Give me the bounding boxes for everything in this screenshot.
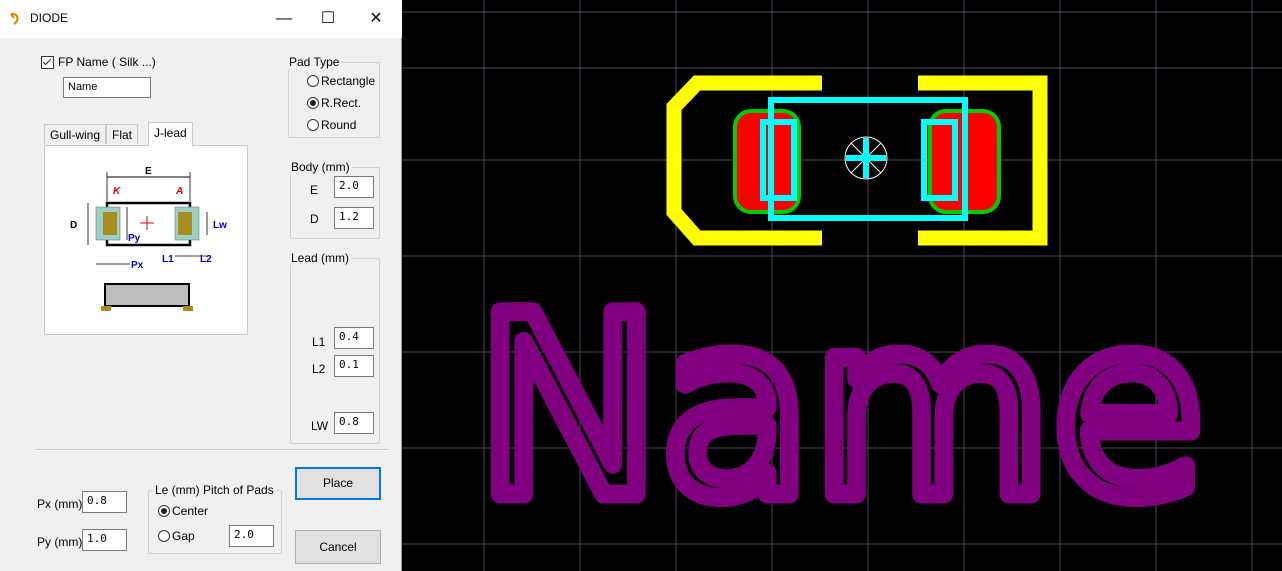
pitch-title: Le (mm) Pitch of Pads (153, 483, 276, 497)
dim-lw-label: Lw (213, 220, 227, 231)
pitch-value-input[interactable]: 2.0 (229, 525, 274, 547)
lead-lw-input[interactable]: 0.8 (334, 412, 374, 434)
anode-label: A (175, 186, 183, 197)
px-input[interactable]: 0.8 (82, 491, 127, 513)
pad-type-rectangle-label: Rectangle (321, 74, 376, 88)
minimize-button[interactable]: — (264, 6, 304, 32)
py-label: Py (mm) (37, 535, 83, 549)
fp-name-input[interactable]: Name (63, 77, 151, 98)
lead-l2-input[interactable]: 0.1 (334, 355, 374, 377)
place-button[interactable]: Place (295, 467, 381, 500)
pad-type-title: Pad Type (287, 55, 342, 69)
tab-j-lead[interactable]: J-lead (148, 122, 193, 146)
pitch-gap-radio[interactable] (158, 530, 170, 542)
maximize-button[interactable]: ☐ (308, 6, 348, 32)
separator (36, 449, 388, 451)
lead-title: Lead (mm) (289, 251, 352, 265)
cancel-button[interactable]: Cancel (295, 530, 381, 564)
body-title: Body (mm) (289, 160, 352, 174)
fp-name-checkbox[interactable] (41, 56, 54, 69)
lead-lw-label: LW (311, 419, 329, 433)
pad-type-rrect-radio[interactable] (307, 97, 319, 109)
pitch-center-radio[interactable] (158, 505, 170, 517)
close-button[interactable]: ✕ (356, 6, 396, 32)
diode-dialog: DIODE — ☐ ✕ FP Name ( Silk ...) Name Gul… (0, 0, 402, 571)
app-icon (10, 12, 19, 25)
px-label: Px (mm) (37, 497, 83, 511)
pad-type-rrect-label: R.Rect. (321, 96, 362, 110)
title-bar[interactable]: DIODE — ☐ ✕ (0, 0, 402, 38)
pad-type-rectangle-radio[interactable] (307, 75, 319, 87)
body-e-label: E (310, 183, 319, 197)
footprint-preview: Name (402, 0, 1282, 571)
fp-name-label: FP Name ( Silk ...) (58, 55, 156, 69)
lead-l1-input[interactable]: 0.4 (334, 327, 374, 349)
pad-type-round-radio[interactable] (307, 119, 319, 131)
dim-l2-label: L2 (200, 254, 212, 265)
dim-py-label: Py (128, 233, 141, 244)
dim-px-label: Px (131, 260, 144, 271)
py-input[interactable]: 1.0 (82, 529, 127, 551)
lead-l1-label: L1 (312, 335, 326, 349)
tab-gull-wing[interactable]: Gull-wing (44, 124, 107, 144)
pitch-center-label: Center (172, 504, 209, 518)
dim-d-label: D (70, 220, 77, 231)
window-title: DIODE (30, 11, 69, 25)
body-d-input[interactable]: 1.2 (334, 207, 374, 229)
cathode-label: K (113, 186, 121, 197)
tab-flat[interactable]: Flat (106, 124, 139, 144)
body-d-label: D (310, 212, 319, 226)
pad-type-round-label: Round (321, 118, 357, 132)
origin-marker (844, 136, 888, 180)
body-e-input[interactable]: 2.0 (334, 176, 374, 198)
pcb-canvas[interactable]: Name (402, 0, 1282, 571)
dim-l1-label: L1 (162, 254, 174, 265)
silk-name-text: Name (476, 262, 1204, 553)
pitch-gap-label: Gap (172, 529, 195, 543)
dim-e-label: E (145, 166, 152, 177)
j-lead-diagram: E K A D Lw Py Px L1 L2 (70, 166, 227, 311)
lead-l2-label: L2 (312, 362, 326, 376)
j-lead-panel: E K A D Lw Py Px L1 L2 (44, 145, 248, 335)
